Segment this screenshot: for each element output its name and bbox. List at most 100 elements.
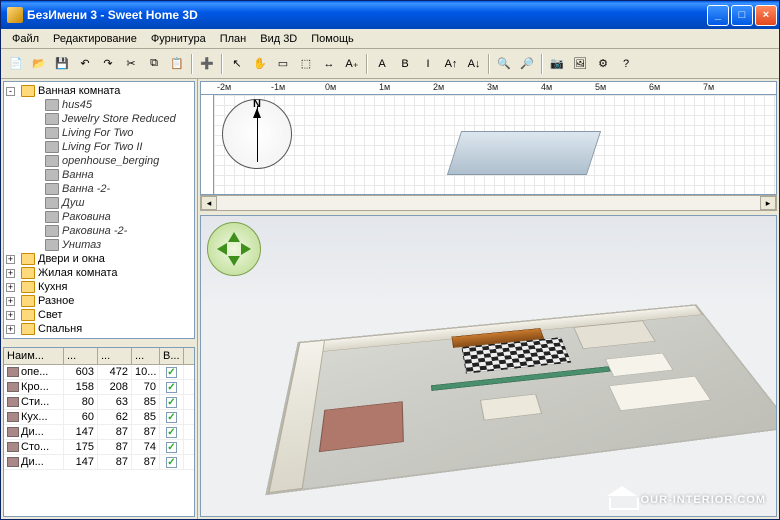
tree-category[interactable]: +Жилая комната bbox=[6, 266, 192, 280]
tree-item[interactable]: Ванна bbox=[6, 168, 192, 182]
column-header[interactable]: В... bbox=[160, 348, 184, 364]
furniture-table-header[interactable]: Наим............В... bbox=[4, 348, 194, 365]
column-header[interactable]: ... bbox=[64, 348, 98, 364]
tree-item[interactable]: Унитаз bbox=[6, 238, 192, 252]
table-row[interactable]: Кух...606285✓ bbox=[4, 410, 194, 425]
new-file-icon[interactable]: 📄 bbox=[5, 53, 27, 75]
menu-помощь[interactable]: Помощь bbox=[304, 31, 361, 47]
catalog-tree[interactable]: -Ванная комнатаhus45Jewelry Store Reduce… bbox=[3, 81, 195, 339]
table-row[interactable]: Кро...15820870✓ bbox=[4, 380, 194, 395]
menu-фурнитура[interactable]: Фурнитура bbox=[144, 31, 213, 47]
tree-item[interactable]: Душ bbox=[6, 196, 192, 210]
furniture-table[interactable]: Наим............В...опе...60347210...✓Кр… bbox=[3, 347, 195, 517]
text-bold-icon[interactable]: B bbox=[394, 53, 416, 75]
expand-icon[interactable]: + bbox=[6, 283, 15, 292]
tree-item[interactable]: Раковина bbox=[6, 210, 192, 224]
save-icon[interactable]: 💾 bbox=[51, 53, 73, 75]
column-header[interactable]: Наим... bbox=[4, 348, 64, 364]
text-size-up-icon[interactable]: A↑ bbox=[440, 53, 462, 75]
expand-icon[interactable]: + bbox=[6, 297, 15, 306]
visibility-checkbox[interactable]: ✓ bbox=[166, 397, 177, 408]
toolbar-separator bbox=[541, 54, 543, 74]
tree-item[interactable]: Раковина -2- bbox=[6, 224, 192, 238]
collapse-icon[interactable]: - bbox=[6, 87, 15, 96]
visibility-checkbox[interactable]: ✓ bbox=[166, 412, 177, 423]
expand-icon[interactable]: + bbox=[6, 325, 15, 334]
scroll-track[interactable] bbox=[217, 196, 760, 210]
zoom-out-icon[interactable]: 🔎 bbox=[516, 53, 538, 75]
tree-category[interactable]: +Свет bbox=[6, 308, 192, 322]
menu-план[interactable]: План bbox=[213, 31, 254, 47]
menu-редактирование[interactable]: Редактирование bbox=[46, 31, 144, 47]
minimize-button[interactable]: _ bbox=[707, 5, 729, 26]
settings-icon[interactable]: ⚙ bbox=[592, 53, 614, 75]
tree-category[interactable]: + Спальня bbox=[6, 322, 192, 336]
cut-icon[interactable]: ✂ bbox=[120, 53, 142, 75]
compass-icon[interactable] bbox=[222, 99, 292, 169]
maximize-button[interactable]: □ bbox=[731, 5, 753, 26]
expand-icon[interactable]: + bbox=[6, 269, 15, 278]
view-3d[interactable]: OUR-INTERIOR.COM bbox=[200, 215, 777, 517]
text-size-down-icon[interactable]: A↓ bbox=[463, 53, 485, 75]
table-row[interactable]: Ди...1478787✓ bbox=[4, 455, 194, 470]
table-row[interactable]: опе...60347210...✓ bbox=[4, 365, 194, 380]
column-header[interactable]: ... bbox=[98, 348, 132, 364]
nav-down-icon[interactable] bbox=[228, 256, 240, 272]
menu-вид 3d[interactable]: Вид 3D bbox=[253, 31, 304, 47]
column-header[interactable]: ... bbox=[132, 348, 160, 364]
tree-label: Спальня bbox=[38, 323, 82, 335]
paste-icon[interactable]: 📋 bbox=[166, 53, 188, 75]
dimension-icon[interactable]: ↔ bbox=[318, 53, 340, 75]
visibility-checkbox[interactable]: ✓ bbox=[166, 442, 177, 453]
redo-icon[interactable]: ↷ bbox=[97, 53, 119, 75]
visibility-checkbox[interactable]: ✓ bbox=[166, 382, 177, 393]
tree-item[interactable]: Ванна -2- bbox=[6, 182, 192, 196]
expand-icon[interactable]: + bbox=[6, 255, 15, 264]
scroll-left-button[interactable]: ◂ bbox=[201, 196, 217, 210]
visibility-checkbox[interactable]: ✓ bbox=[166, 367, 177, 378]
tree-category[interactable]: +Разное bbox=[6, 294, 192, 308]
pan-icon[interactable]: ✋ bbox=[249, 53, 271, 75]
copy-icon[interactable]: ⧉ bbox=[143, 53, 165, 75]
nav-right-icon[interactable] bbox=[241, 243, 257, 255]
select-icon[interactable]: ↖ bbox=[226, 53, 248, 75]
menu-файл[interactable]: Файл bbox=[5, 31, 46, 47]
table-row[interactable]: Сти...806385✓ bbox=[4, 395, 194, 410]
toolbar-separator bbox=[221, 54, 223, 74]
table-row[interactable]: Ди...1478787✓ bbox=[4, 425, 194, 440]
table-row[interactable]: Сто...1758774✓ bbox=[4, 440, 194, 455]
add-furniture-icon[interactable]: ➕ bbox=[196, 53, 218, 75]
wall-icon[interactable]: ▭ bbox=[272, 53, 294, 75]
help-icon[interactable]: ? bbox=[615, 53, 637, 75]
zoom-in-icon[interactable]: 🔍 bbox=[493, 53, 515, 75]
cell-name: Ди... bbox=[21, 456, 44, 468]
tree-item[interactable]: Living For Two II bbox=[6, 140, 192, 154]
plan-scrollbar-horizontal[interactable]: ◂ ▸ bbox=[200, 195, 777, 211]
text-italic-icon[interactable]: I bbox=[417, 53, 439, 75]
nav-pad[interactable] bbox=[207, 222, 261, 276]
visibility-checkbox[interactable]: ✓ bbox=[166, 427, 177, 438]
expand-icon[interactable]: + bbox=[6, 311, 15, 320]
tree-item[interactable]: Jewelry Store Reduced bbox=[6, 112, 192, 126]
visibility-checkbox[interactable]: ✓ bbox=[166, 457, 177, 468]
plan-view[interactable]: -2м-1м0м1м2м3м4м5м6м7м ◂ ▸ bbox=[200, 81, 777, 211]
scroll-right-button[interactable]: ▸ bbox=[760, 196, 776, 210]
open-icon[interactable]: 📂 bbox=[28, 53, 50, 75]
camera-icon[interactable]: 📷 bbox=[546, 53, 568, 75]
text-icon[interactable]: A₊ bbox=[341, 53, 363, 75]
plan-canvas[interactable] bbox=[214, 95, 777, 195]
close-button[interactable]: × bbox=[755, 5, 777, 26]
room-icon[interactable]: ⬚ bbox=[295, 53, 317, 75]
nav-left-icon[interactable] bbox=[211, 243, 227, 255]
tree-root[interactable]: -Ванная комната bbox=[6, 84, 192, 98]
tree-category[interactable]: +Двери и окна bbox=[6, 252, 192, 266]
tree-item[interactable]: hus45 bbox=[6, 98, 192, 112]
tree-category[interactable]: +Кухня bbox=[6, 280, 192, 294]
undo-icon[interactable]: ↶ bbox=[74, 53, 96, 75]
text-big-icon[interactable]: A bbox=[371, 53, 393, 75]
snapshot-icon[interactable]: 🖼 bbox=[569, 53, 591, 75]
tree-item[interactable]: Living For Two bbox=[6, 126, 192, 140]
splitter-horizontal[interactable] bbox=[1, 341, 197, 345]
nav-up-icon[interactable] bbox=[228, 226, 240, 242]
tree-item[interactable]: openhouse_berging bbox=[6, 154, 192, 168]
